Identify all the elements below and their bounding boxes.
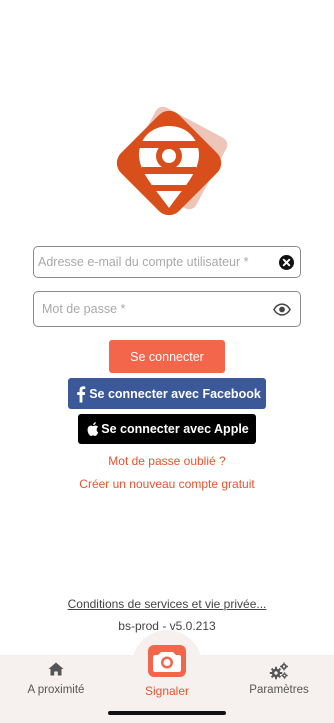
home-indicator [108, 711, 226, 715]
tab-nearby[interactable]: A proximité [15, 655, 97, 707]
create-account-link[interactable]: Créer un nouveau compte gratuit [0, 477, 334, 491]
facebook-button-label: Se connecter avec Facebook [89, 386, 261, 401]
email-field[interactable] [33, 246, 301, 278]
email-input[interactable] [38, 247, 268, 277]
tab-settings[interactable]: Paramètres [238, 655, 320, 707]
clear-circle-icon[interactable] [279, 255, 294, 270]
apple-login-button[interactable]: Se connecter avec Apple [78, 414, 256, 444]
tab-settings-label: Paramètres [249, 684, 309, 696]
facebook-icon [77, 385, 86, 402]
home-icon [48, 662, 64, 676]
terms-link[interactable]: Conditions de services et vie privée... [0, 597, 334, 611]
login-button[interactable]: Se connecter [109, 340, 225, 373]
apple-button-label: Se connecter avec Apple [101, 422, 249, 436]
gears-icon [269, 662, 288, 680]
password-field[interactable] [33, 291, 301, 327]
eye-icon[interactable] [273, 303, 291, 316]
apple-icon [87, 422, 99, 436]
facebook-login-button[interactable]: Se connecter avec Facebook [68, 378, 266, 409]
tab-report-label: Signaler [144, 684, 190, 698]
password-input[interactable] [42, 292, 272, 326]
app-logo [116, 106, 228, 216]
tab-nearby-label: A proximité [27, 684, 85, 696]
forgot-password-link[interactable]: Mot de passe oublié ? [0, 454, 334, 468]
login-button-label: Se connecter [130, 349, 204, 364]
camera-icon[interactable] [148, 645, 186, 677]
